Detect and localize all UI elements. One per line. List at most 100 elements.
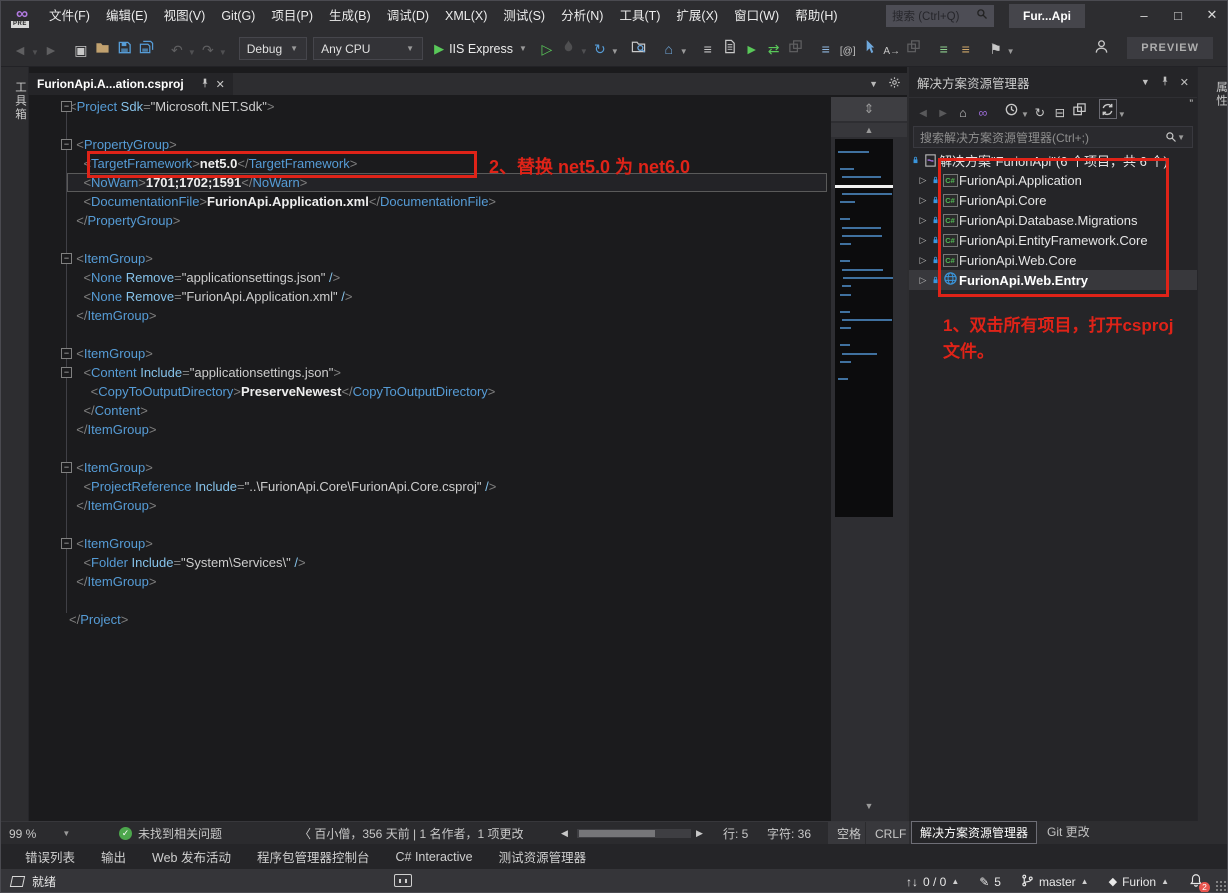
code-line-17[interactable]: </Content> [29,401,831,420]
solution-platform-dropdown[interactable]: Any CPU▼ [313,37,423,60]
navigate-references-icon[interactable]: ⇄ [764,38,784,60]
toolbox-tab[interactable]: 工具箱 [1,75,28,128]
expand-arrow-icon[interactable]: ▷ [917,215,929,226]
document-outline-icon[interactable] [720,35,740,57]
home-icon[interactable]: ⌂ [954,103,972,123]
restart-icon[interactable]: ↻ [590,38,610,60]
menu-窗口W[interactable]: 窗口(W) [726,1,787,31]
find-in-files-icon[interactable] [629,35,649,57]
save-icon[interactable] [115,36,135,58]
pending-edits[interactable]: ✎5 [979,875,1001,889]
bottom-tab-错误列表[interactable]: 错误列表 [25,847,75,866]
project-node-FurionApi.Web.Core[interactable]: ▷C#FurionApi.Web.Core [909,250,1197,270]
undo-icon[interactable]: ↶ [167,39,187,61]
close-tab-icon[interactable]: ✕ [216,78,225,91]
document-health-indicator[interactable]: ✓未找到相关问题 [119,822,222,845]
code-line-12[interactable]: </ItemGroup> [29,306,831,325]
sync-with-active-document-icon[interactable] [1099,99,1117,119]
nav-forward-icon[interactable]: ► [934,103,952,123]
task-list-icon[interactable]: ≡ [698,38,718,60]
document-tab-csproj[interactable]: FurionApi.A...ation.csproj ✕ [29,73,233,95]
new-project-icon[interactable]: ▣ [71,39,91,61]
fold-collapse-icon[interactable]: − [61,367,72,378]
bottom-tab-程序包管理器控制台[interactable]: 程序包管理器控制台 [257,847,370,866]
git-branch[interactable]: master▲ [1021,874,1089,890]
chevron-down-icon[interactable]: ▼ [580,47,588,56]
splitter-handle-icon[interactable]: ⇕ [831,97,907,121]
navigate-forward-icon[interactable]: ► [41,39,61,61]
chevron-down-icon[interactable]: ▼ [188,48,196,57]
code-line-22[interactable]: </ItemGroup> [29,496,831,515]
minimap[interactable] [835,139,893,517]
scroll-down-arrow[interactable]: ▼ [831,799,907,813]
code-line-15[interactable]: <Content Include="applicationsettings.js… [29,363,831,382]
solution-node[interactable]: 解决方案"FurionApi"(6 个项目，共 6 个) [909,150,1197,170]
expand-arrow-icon[interactable]: ▷ [917,195,929,206]
bottom-tab-测试资源管理器[interactable]: 测试资源管理器 [499,847,587,866]
code-line-18[interactable]: </ItemGroup> [29,420,831,439]
code-line-27[interactable] [29,591,831,610]
project-node-FurionApi.Core[interactable]: ▷C#FurionApi.Core [909,190,1197,210]
close-button[interactable]: ✕ [1195,1,1228,29]
redo-icon[interactable]: ↷ [198,39,218,61]
git-codelens-info[interactable]: 〈 百小僧，356 天前 | 1 名作者，1 项更改 [299,822,524,845]
chevron-down-icon[interactable]: ▼ [1141,77,1150,87]
bottom-tab-Web 发布活动[interactable]: Web 发布活动 [152,847,231,866]
bookmark-icon[interactable]: ⚑ [986,38,1006,60]
fold-collapse-icon[interactable]: − [61,462,72,473]
save-all-icon[interactable] [137,36,157,58]
collapse-all-icon[interactable]: ⊟ [1051,102,1069,122]
maximize-button[interactable]: □ [1161,1,1195,29]
editor-options-gear-icon[interactable] [888,76,901,92]
fold-collapse-icon[interactable]: − [61,253,72,264]
indent-icon[interactable]: ≡ [816,38,836,60]
code-line-9[interactable]: <ItemGroup> [29,249,831,268]
hot-reload-icon[interactable] [559,35,579,57]
chevron-down-icon[interactable]: ▼ [611,47,619,56]
refresh-icon[interactable]: ↻ [1031,102,1049,122]
menu-生成B[interactable]: 生成(B) [321,1,379,31]
code-line-6[interactable]: <DocumentationFile>FurionApi.Application… [29,192,831,211]
chevron-down-icon[interactable]: ▼ [1021,110,1029,119]
cursor-icon[interactable] [860,35,880,57]
menu-XMLX[interactable]: XML(X) [437,1,495,31]
close-icon[interactable]: ✕ [1180,76,1189,89]
spaces-indicator[interactable]: 空格 [827,822,870,845]
code-line-20[interactable]: <ItemGroup> [29,458,831,477]
expand-arrow-icon[interactable]: ▷ [917,235,929,246]
dependency-graph-icon[interactable] [786,35,806,57]
notifications-bell[interactable]: 2 [1189,873,1203,890]
menu-帮助H[interactable]: 帮助(H) [787,1,845,31]
panel-tab-Git 更改[interactable]: Git 更改 [1039,821,1098,842]
document-list-chevron-icon[interactable]: ▼ [869,79,878,89]
run-flow-icon[interactable]: ► [742,38,762,60]
copy-reference-icon[interactable] [904,35,924,57]
text-navigate-icon[interactable]: A→ [882,40,902,62]
format-selection-icon[interactable]: ≡ [956,38,976,60]
feedback-person-icon[interactable] [1094,39,1109,59]
git-repository[interactable]: ◆Furion▲ [1109,875,1169,889]
zoom-level-dropdown[interactable]: 99 %▼ [9,822,71,845]
code-line-2[interactable] [29,116,831,135]
console-icon[interactable] [394,874,412,887]
project-node-FurionApi.Web.Entry[interactable]: ▷FurionApi.Web.Entry [909,270,1197,290]
scrollbar-map-column[interactable]: ⇕ ▲ ▼ [831,97,907,821]
start-without-debugging-icon[interactable]: ▷ [537,38,557,60]
project-node-FurionApi.Application[interactable]: ▷C#FurionApi.Application [909,170,1197,190]
quick-search-box[interactable]: 搜索 (Ctrl+Q) [886,5,994,27]
fold-collapse-icon[interactable]: − [61,139,72,150]
pending-changes-filter-icon[interactable] [1002,99,1020,119]
bottom-tab-输出[interactable]: 输出 [101,847,126,866]
horizontal-scrollbar[interactable] [577,829,691,838]
scroll-right-arrow[interactable]: ▶ [696,822,703,845]
solution-explorer-search-box[interactable]: 搜索解决方案资源管理器(Ctrl+;) ▼ [913,126,1193,148]
background-tasks-icon[interactable] [10,876,25,887]
menu-项目P[interactable]: 项目(P) [263,1,321,31]
open-file-icon[interactable] [93,36,113,58]
horizontal-scrollbar-thumb[interactable] [579,830,655,837]
expand-arrow-icon[interactable]: ▷ [917,175,929,186]
code-line-28[interactable]: </Project> [29,610,831,629]
show-all-files-icon[interactable] [1071,99,1089,119]
nav-back-icon[interactable]: ◄ [914,103,932,123]
code-line-19[interactable] [29,439,831,458]
